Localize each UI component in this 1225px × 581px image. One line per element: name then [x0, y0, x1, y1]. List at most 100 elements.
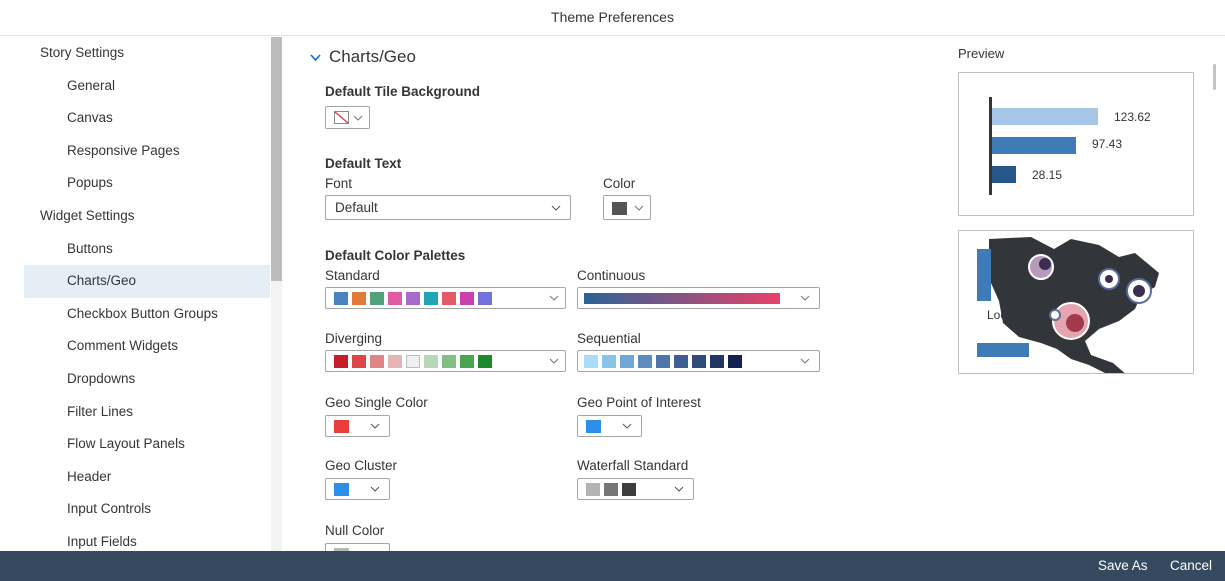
sidebar-item-flow-layout-panels[interactable]: Flow Layout Panels	[24, 428, 270, 461]
sidebar-item-responsive-pages[interactable]: Responsive Pages	[24, 135, 270, 168]
continuous-label: Continuous	[577, 268, 646, 283]
waterfall-swatch-2	[604, 483, 618, 496]
standard-swatch-2	[352, 292, 366, 305]
diverging-swatch-6	[424, 355, 438, 368]
map-bubble	[1049, 309, 1061, 321]
sequential-swatch-6	[674, 355, 688, 368]
geo-cluster-label: Geo Cluster	[325, 458, 398, 473]
map-legend-bar	[977, 249, 991, 301]
preview-bar-label-2: 97.43	[1092, 137, 1122, 151]
no-fill-icon	[334, 111, 349, 124]
preview-geo-map: Location	[958, 230, 1194, 374]
sidebar-item-checkbox-button-groups[interactable]: Checkbox Button Groups	[24, 298, 270, 331]
standard-swatch-5	[406, 292, 420, 305]
standard-label: Standard	[325, 268, 380, 283]
waterfall-palette-dropdown[interactable]	[577, 478, 694, 500]
sidebar-scrollbar-thumb[interactable]	[271, 37, 282, 281]
preview-bar-label-1: 123.62	[1114, 110, 1151, 124]
standard-swatch-7	[442, 292, 456, 305]
font-dropdown[interactable]: Default	[325, 195, 571, 220]
dialog-title: Theme Preferences	[0, 0, 1225, 36]
waterfall-palette-swatches	[586, 483, 640, 496]
sidebar-item-dropdowns[interactable]: Dropdowns	[24, 363, 270, 396]
geo-cluster-color-swatch	[334, 483, 349, 496]
sidebar-item-comment-widgets[interactable]: Comment Widgets	[24, 330, 270, 363]
main-panel: Charts/Geo Default Tile Background Defau…	[296, 37, 936, 551]
dialog-footer: Save As Cancel	[0, 551, 1225, 581]
sidebar-item-header[interactable]: Header	[24, 461, 270, 494]
chevron-down-icon	[549, 295, 559, 301]
diverging-palette-dropdown[interactable]	[325, 350, 566, 372]
diverging-swatch-1	[334, 355, 348, 368]
sidebar-item-buttons[interactable]: Buttons	[24, 233, 270, 266]
main-scrollbar-thumb[interactable]	[1213, 64, 1216, 90]
geo-single-label: Geo Single Color	[325, 395, 428, 410]
standard-palette-dropdown[interactable]	[325, 287, 566, 309]
sidebar-item-canvas[interactable]: Canvas	[24, 102, 270, 135]
sidebar-scrollbar[interactable]	[271, 37, 282, 551]
chart-axis	[989, 97, 992, 195]
chevron-down-icon	[634, 205, 644, 211]
cancel-button[interactable]: Cancel	[1170, 558, 1212, 573]
continuous-palette-dropdown[interactable]	[577, 287, 820, 309]
chevron-down-icon	[674, 486, 684, 492]
sequential-palette-dropdown[interactable]	[577, 350, 820, 372]
sequential-label: Sequential	[577, 331, 641, 346]
preview-bar-2	[992, 137, 1076, 154]
sequential-swatch-2	[602, 355, 616, 368]
waterfall-label: Waterfall Standard	[577, 458, 689, 473]
color-label: Color	[603, 176, 636, 191]
sequential-swatch-1	[584, 355, 598, 368]
geo-poi-label: Geo Point of Interest	[577, 395, 701, 410]
chevron-down-icon	[800, 295, 810, 301]
sequential-swatch-8	[710, 355, 724, 368]
text-color-picker[interactable]	[603, 195, 651, 220]
waterfall-swatch-1	[586, 483, 600, 496]
sidebar-item-story-settings[interactable]: Story Settings	[24, 37, 270, 70]
sidebar-item-widget-settings[interactable]: Widget Settings	[24, 200, 270, 233]
map-bubble	[1039, 258, 1051, 270]
default-text-heading: Default Text	[325, 156, 402, 171]
map-bubble	[1133, 285, 1145, 297]
geo-single-color-picker[interactable]	[325, 415, 390, 437]
diverging-swatch-2	[352, 355, 366, 368]
map-location-label: Location	[987, 308, 1032, 322]
sidebar-item-general[interactable]: General	[24, 70, 270, 103]
sidebar-item-charts-geo[interactable]: Charts/Geo	[24, 265, 270, 298]
diverging-swatch-3	[370, 355, 384, 368]
null-color-picker[interactable]	[325, 543, 390, 551]
font-value: Default	[335, 200, 378, 215]
font-label: Font	[325, 176, 353, 191]
standard-swatch-3	[370, 292, 384, 305]
save-as-button[interactable]: Save As	[1098, 558, 1148, 573]
geo-cluster-color-picker[interactable]	[325, 478, 390, 500]
standard-palette-swatches	[334, 292, 496, 305]
sequential-swatch-7	[692, 355, 706, 368]
preview-geo-map-svg: Location	[977, 237, 1159, 373]
tile-background-heading: Default Tile Background	[325, 84, 481, 99]
chevron-down-icon	[800, 358, 810, 364]
standard-swatch-6	[424, 292, 438, 305]
chevron-down-icon	[370, 486, 380, 492]
preview-bar-label-3: 28.15	[1032, 168, 1062, 182]
waterfall-swatch-3	[622, 483, 636, 496]
preview-bar-3	[992, 166, 1016, 183]
preview-bar-1	[992, 108, 1098, 125]
sidebar-item-filter-lines[interactable]: Filter Lines	[24, 396, 270, 429]
map-bubble	[1066, 314, 1084, 332]
sidebar: Story Settings General Canvas Responsive Pa…	[24, 37, 282, 551]
continuous-gradient-bar	[584, 293, 780, 304]
standard-swatch-8	[460, 292, 474, 305]
sequential-palette-swatches	[584, 355, 746, 368]
tile-background-picker[interactable]	[325, 106, 370, 129]
sidebar-item-popups[interactable]: Popups	[24, 167, 270, 200]
sidebar-item-input-controls[interactable]: Input Controls	[24, 493, 270, 526]
section-header-charts-geo[interactable]: Charts/Geo	[310, 47, 416, 67]
sequential-swatch-4	[638, 355, 652, 368]
diverging-label: Diverging	[325, 331, 383, 346]
sidebar-item-input-fields[interactable]: Input Fields	[24, 526, 270, 551]
geo-poi-color-picker[interactable]	[577, 415, 642, 437]
preview-bar-chart-svg: 123.62 97.43 28.15	[989, 97, 1151, 195]
map-bubble	[1105, 275, 1113, 283]
geo-single-color-swatch	[334, 420, 349, 433]
